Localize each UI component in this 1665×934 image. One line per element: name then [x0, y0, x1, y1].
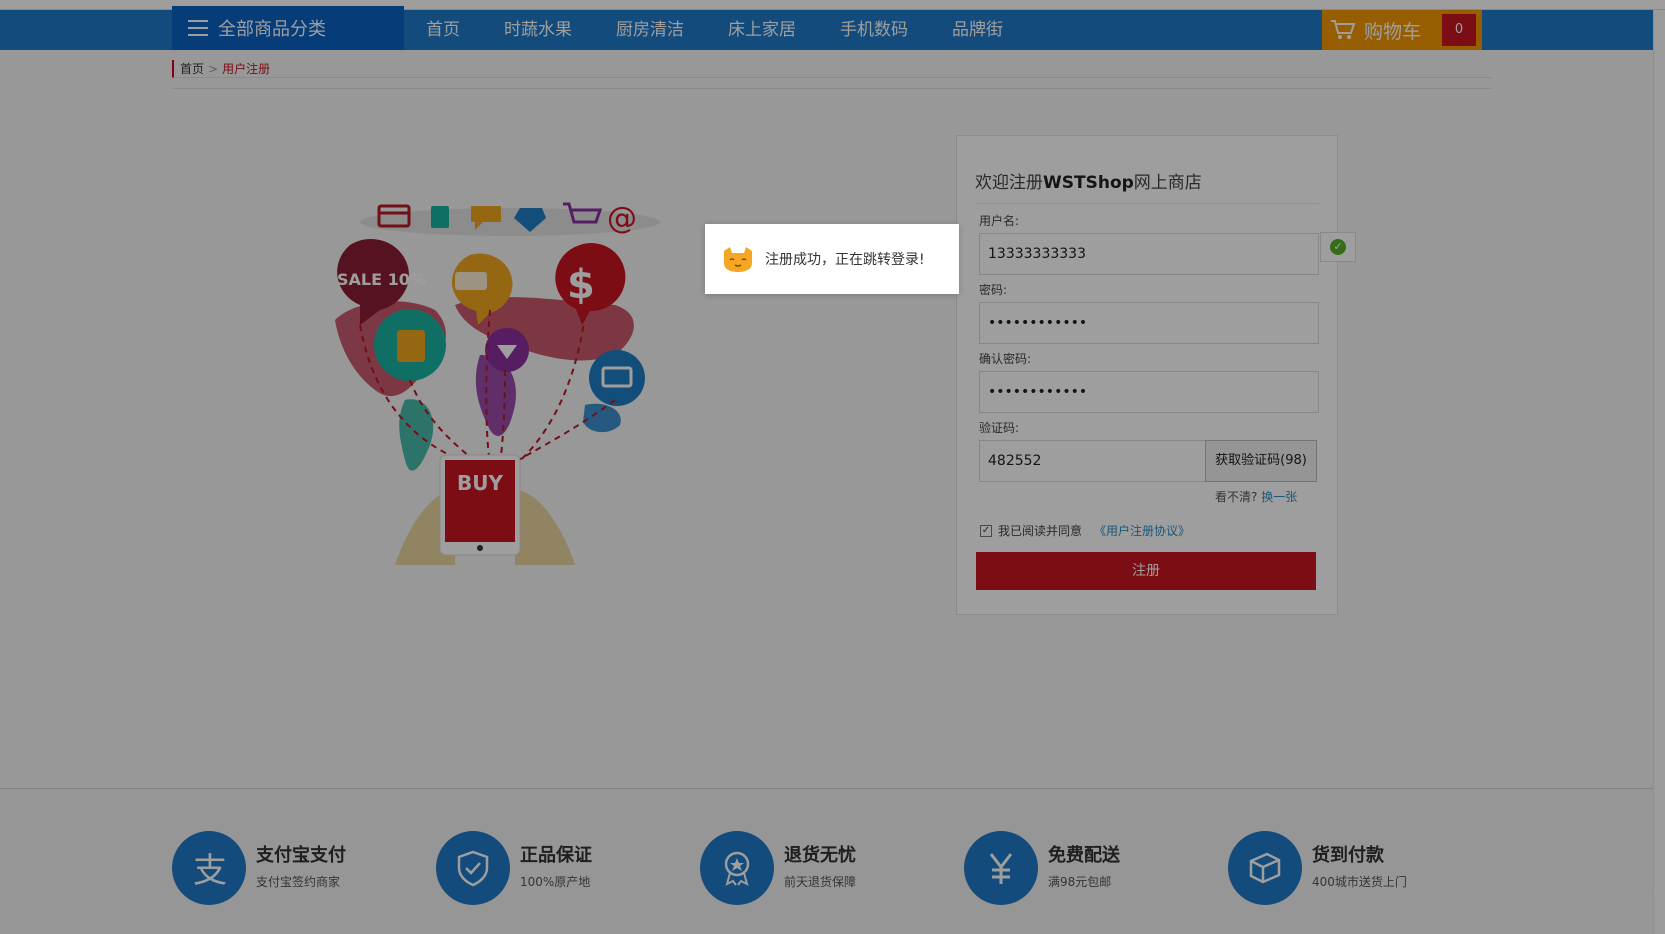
- feature-title: 免费配送: [1048, 845, 1120, 866]
- refresh-code-prefix: 看不清?: [1215, 490, 1258, 504]
- agreement-link[interactable]: 《用户注册协议》: [1094, 522, 1190, 539]
- dollar-icon: $: [567, 262, 595, 308]
- breadcrumb-separator: >: [208, 62, 219, 76]
- nav-link-bedding[interactable]: 床上家居: [706, 10, 818, 50]
- feature-subtitle: 支付宝签约商家: [256, 875, 341, 889]
- feature-title: 正品保证: [520, 845, 592, 866]
- cart-count-badge: 0: [1442, 14, 1476, 46]
- agree-text: 我已阅读并同意: [998, 524, 1083, 538]
- cart-button[interactable]: 购物车 0: [1322, 10, 1482, 50]
- nav-link-fruits[interactable]: 时蔬水果: [482, 10, 594, 50]
- smiley-icon: [724, 247, 752, 272]
- register-title: 欢迎注册WSTShop网上商店: [975, 168, 1202, 193]
- verify-code-label: 验证码:: [979, 421, 1020, 435]
- feature-subtitle: 100%原产地: [520, 875, 591, 889]
- register-panel: 欢迎注册WSTShop网上商店 用户名: 13333333333 密码: •••…: [956, 135, 1338, 615]
- breadcrumb-current: 用户注册: [222, 62, 271, 76]
- main-navbar: 全部商品分类 首页 时蔬水果 厨房清洁 床上家居 手机数码 品牌街 购物车 0: [0, 6, 1665, 50]
- breadcrumb-divider: [172, 88, 1492, 89]
- nav-link-home[interactable]: 首页: [404, 10, 482, 50]
- check-icon: ✓: [1330, 239, 1346, 255]
- shopping-illustration: @ SALE 10% $ BUY: [335, 201, 660, 565]
- password-input[interactable]: ••••••••••••: [979, 302, 1319, 344]
- confirm-password-input[interactable]: ••••••••••••: [979, 371, 1319, 413]
- svg-text:支: 支: [193, 851, 227, 890]
- box-icon: [1228, 831, 1302, 905]
- feature-alipay: 支 支付宝支付 支付宝签约商家: [172, 831, 412, 907]
- nav-link-brands[interactable]: 品牌街: [930, 10, 1025, 50]
- world-map: [335, 297, 634, 471]
- at-icon: @: [607, 201, 637, 236]
- feature-return: 退货无忧 前天退货保障: [700, 831, 940, 907]
- register-title-divider: [975, 203, 1319, 204]
- navbar-inner: 全部商品分类 首页 时蔬水果 厨房清洁 床上家居 手机数码 品牌街 购物车 0: [172, 6, 1492, 50]
- icon-strip: @: [360, 201, 660, 236]
- nav-links: 首页 时蔬水果 厨房清洁 床上家居 手机数码 品牌街: [404, 10, 1025, 50]
- get-code-button[interactable]: 获取验证码(98): [1205, 440, 1317, 482]
- menu-icon: [188, 20, 208, 36]
- buy-tablet-text: BUY: [457, 471, 503, 495]
- feature-title: 退货无忧: [784, 845, 856, 866]
- service-footer: 支 支付宝支付 支付宝签约商家 正品保证 100%原产地 退货无忧 前天退货保障…: [0, 789, 1665, 934]
- feature-genuine: 正品保证 100%原产地: [436, 831, 676, 907]
- feature-subtitle: 400城市送货上门: [1312, 875, 1407, 889]
- nav-link-digital[interactable]: 手机数码: [818, 10, 930, 50]
- sale-bubble-text: SALE 10%: [337, 270, 426, 289]
- cart-icon: [1331, 20, 1356, 39]
- all-categories-button[interactable]: 全部商品分类: [172, 6, 404, 50]
- all-categories-label: 全部商品分类: [218, 19, 326, 40]
- refresh-code-link[interactable]: 换一张: [1261, 490, 1297, 504]
- alipay-icon: 支: [172, 831, 246, 905]
- toast-message: 注册成功，正在跳转登录!: [765, 252, 925, 268]
- feature-subtitle: 满98元包邮: [1048, 875, 1112, 889]
- agree-checkbox[interactable]: ✓: [980, 524, 992, 537]
- nav-link-kitchen[interactable]: 厨房清洁: [594, 10, 706, 50]
- feature-subtitle: 前天退货保障: [784, 875, 857, 889]
- username-valid-badge: ✓: [1320, 232, 1356, 262]
- feature-cod: 货到付款 400城市送货上门: [1228, 831, 1468, 907]
- password-label: 密码:: [979, 283, 1008, 297]
- page-scrollbar[interactable]: [1653, 10, 1665, 934]
- username-label: 用户名:: [979, 214, 1020, 228]
- success-toast: 注册成功，正在跳转登录!: [705, 224, 959, 294]
- feature-title: 支付宝支付: [256, 845, 346, 866]
- shield-icon: [436, 831, 510, 905]
- feature-title: 货到付款: [1312, 845, 1384, 866]
- yen-icon: [964, 831, 1038, 905]
- register-submit-button[interactable]: 注册: [976, 552, 1316, 590]
- bag-icon: [431, 206, 449, 228]
- badge-icon: [700, 831, 774, 905]
- verify-code-input[interactable]: 482552: [979, 440, 1207, 482]
- register-title-brand: WSTShop: [1043, 173, 1134, 193]
- buy-tablet: BUY: [395, 454, 575, 565]
- register-title-suffix: 网上商店: [1133, 173, 1202, 193]
- register-title-prefix: 欢迎注册: [975, 173, 1043, 193]
- breadcrumb-home[interactable]: 首页: [180, 62, 204, 76]
- breadcrumb: 首页 > 用户注册: [172, 60, 1492, 78]
- feature-free-shipping: 免费配送 满98元包邮: [964, 831, 1204, 907]
- refresh-code-row: 看不清? 换一张: [1215, 488, 1297, 505]
- agreement-row: ✓ 我已阅读并同意 《用户注册协议》: [980, 522, 1190, 539]
- username-input[interactable]: 13333333333: [979, 233, 1319, 275]
- cart-label: 购物车: [1364, 20, 1422, 43]
- confirm-password-label: 确认密码:: [979, 352, 1032, 366]
